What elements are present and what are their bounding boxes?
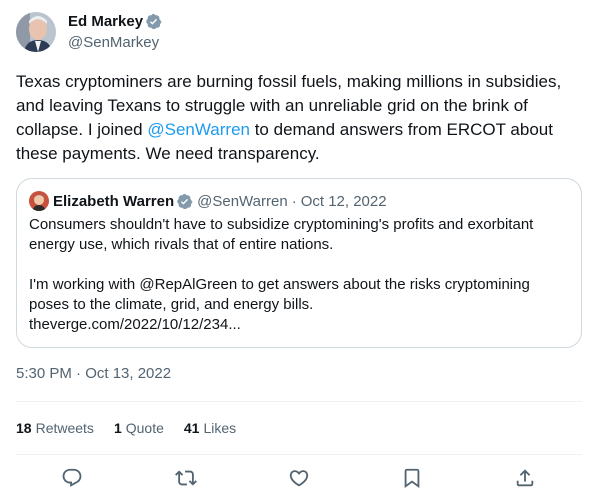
- tweet-header: Ed Markey @SenMarkey: [16, 12, 162, 52]
- author-display-name[interactable]: Ed Markey: [68, 12, 143, 31]
- reply-button[interactable]: [52, 458, 92, 498]
- likes-label: Likes: [203, 420, 237, 436]
- bookmark-button[interactable]: [392, 458, 432, 498]
- quoted-tweet-text: Consumers shouldn't have to subsidize cr…: [29, 215, 569, 335]
- like-button[interactable]: [279, 458, 319, 498]
- quotes-stat[interactable]: 1 Quote: [114, 420, 164, 436]
- quoted-paragraph-1: Consumers shouldn't have to subsidize cr…: [29, 216, 534, 253]
- likes-count: 41: [183, 420, 200, 436]
- ed-markey-avatar-icon: [16, 12, 56, 52]
- separator-dot: ·: [291, 192, 297, 210]
- author-avatar[interactable]: [16, 12, 56, 52]
- retweet-icon: [175, 470, 197, 486]
- quoted-author-name[interactable]: Elizabeth Warren: [53, 193, 174, 210]
- quotes-count: 1: [113, 420, 122, 436]
- author-handle[interactable]: @SenMarkey: [68, 33, 162, 52]
- quotes-label: Quote: [125, 420, 164, 436]
- quoted-tweet[interactable]: Elizabeth Warren @SenWarren · Oct 12, 20…: [16, 178, 582, 348]
- like-icon: [289, 470, 309, 487]
- retweets-label: Retweets: [35, 420, 94, 436]
- verified-badge-icon: [145, 13, 162, 30]
- tweet-timestamp[interactable]: 5:30 PM · Oct 13, 2022: [16, 364, 171, 384]
- share-icon: [516, 469, 534, 487]
- elizabeth-warren-avatar-icon: [29, 191, 49, 211]
- verified-badge-icon: [176, 193, 193, 210]
- share-button[interactable]: [505, 458, 545, 498]
- engagement-stats: 18 Retweets 1 Quote 41 Likes: [16, 418, 256, 438]
- quoted-link[interactable]: theverge.com/2022/10/12/234...: [29, 315, 569, 335]
- quoted-tweet-date[interactable]: Oct 12, 2022: [301, 193, 387, 210]
- divider: [16, 454, 582, 455]
- quoted-author-handle[interactable]: @SenWarren: [197, 193, 288, 210]
- retweets-count: 18: [16, 420, 32, 436]
- retweets-stat[interactable]: 18 Retweets: [16, 420, 94, 436]
- tweet-text: Texas cryptominers are burning fossil fu…: [16, 70, 586, 166]
- likes-stat[interactable]: 41 Likes: [184, 420, 236, 436]
- quoted-paragraph-2: I'm working with @RepAlGreen to get answ…: [29, 276, 530, 313]
- reply-icon: [62, 468, 82, 487]
- mention-link[interactable]: @SenWarren: [147, 120, 250, 139]
- divider: [16, 401, 582, 402]
- action-bar: [16, 458, 582, 498]
- quoted-author-avatar[interactable]: [29, 191, 49, 211]
- bookmark-icon: [404, 468, 420, 489]
- retweet-button[interactable]: [166, 458, 206, 498]
